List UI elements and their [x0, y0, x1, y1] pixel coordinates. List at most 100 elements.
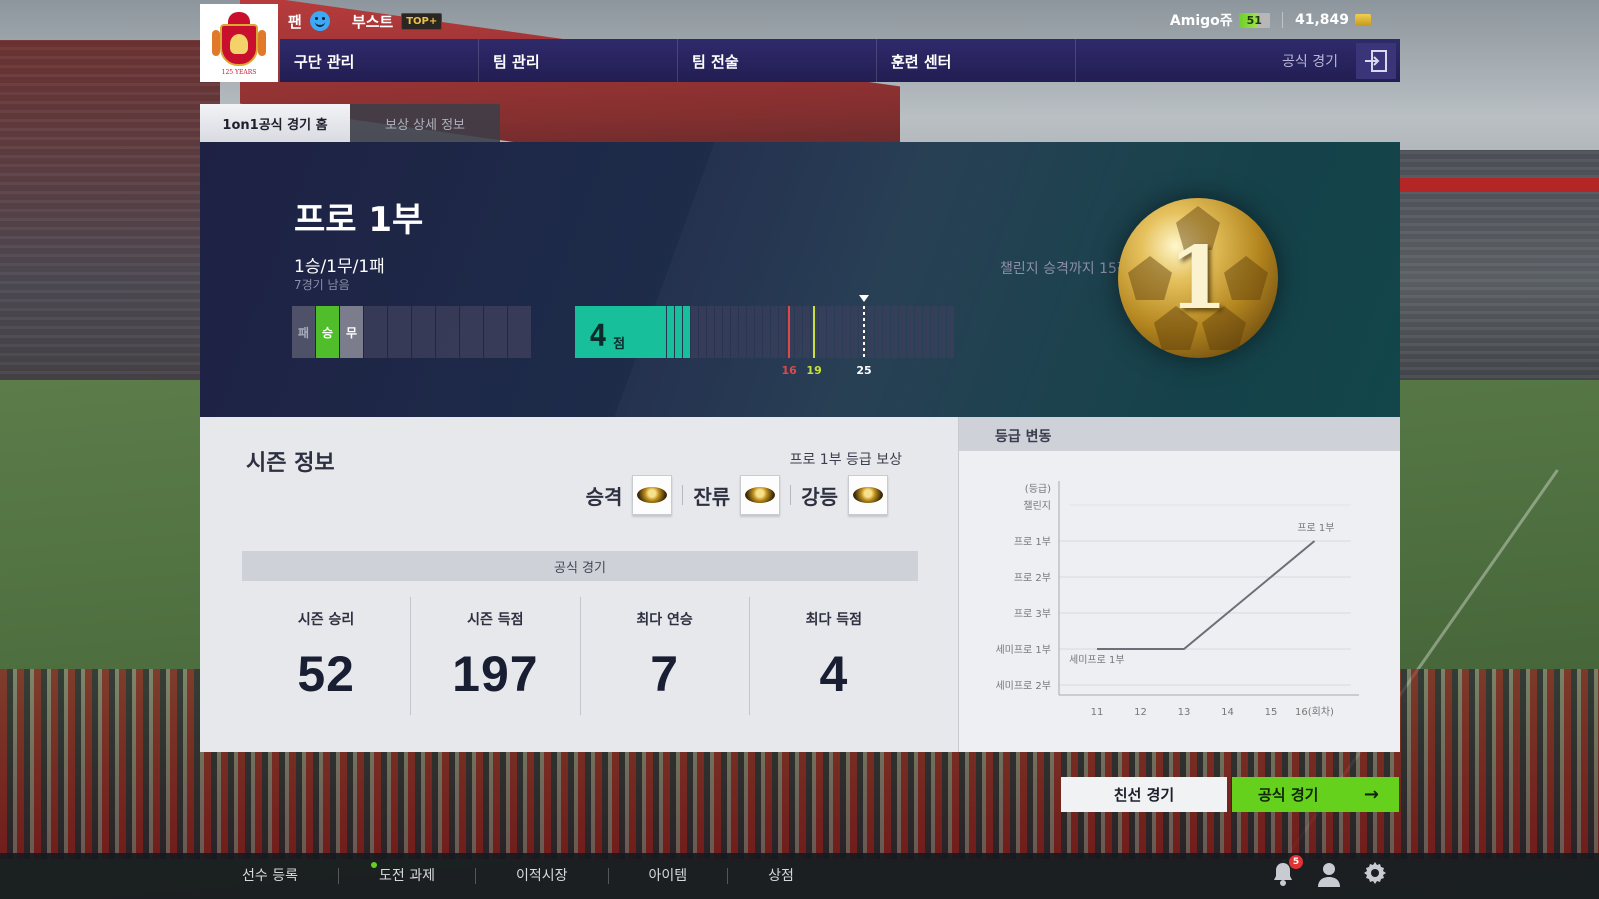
coin-icon	[1355, 14, 1371, 26]
points-segment	[747, 306, 754, 358]
y-axis-title: (등급)	[1025, 483, 1051, 495]
points-segment	[675, 306, 682, 358]
gear-icon[interactable]	[1363, 861, 1387, 887]
threshold-marker	[788, 306, 791, 358]
nav-team-management[interactable]: 팀 관리	[479, 39, 678, 82]
x-tick-label: 11	[1091, 707, 1104, 718]
stat-season-wins: 시즌 승리 52	[242, 597, 412, 715]
x-tick-label: 14	[1221, 707, 1234, 718]
current-page-label: 공식 경기	[1282, 53, 1338, 70]
tab-reward-details[interactable]: 보상 상세 정보	[350, 104, 500, 142]
smile-icon[interactable]	[309, 11, 330, 31]
stats-section-label: 공식 경기	[242, 551, 918, 581]
points-segment	[683, 306, 690, 358]
y-tick-label: 프로 1부	[1014, 537, 1051, 548]
friendly-match-button[interactable]: 친선 경기	[1061, 777, 1227, 812]
points-segment	[795, 306, 802, 358]
points-segment	[835, 306, 842, 358]
reward-relegation[interactable]: 강등	[791, 475, 898, 515]
stat-label: 최다 득점	[805, 612, 863, 628]
exit-icon[interactable]	[1356, 42, 1396, 79]
x-tick-label: 12	[1134, 707, 1147, 718]
nav-team-tactics[interactable]: 팀 전술	[678, 39, 877, 82]
target-triangle-icon	[859, 295, 869, 302]
tab-home[interactable]: 1on1공식 경기 홈	[200, 104, 350, 142]
currency-bar: Amigo쥬 51 41,849	[1170, 10, 1371, 30]
grade-annotation: 세미프로 1부	[1069, 654, 1125, 666]
points-value: 4	[589, 319, 608, 354]
official-match-button[interactable]: 공식 경기 →	[1232, 777, 1399, 812]
coin-count: 41,849	[1294, 12, 1349, 28]
result-cell	[364, 306, 387, 358]
threshold-label: 25	[856, 364, 872, 377]
x-tick-label: 13	[1178, 707, 1191, 718]
stat-label: 시즌 승리	[297, 612, 355, 628]
points-segment	[739, 306, 746, 358]
liverpool-crest-icon: 125 YEARS	[210, 10, 268, 76]
result-cell	[484, 306, 507, 358]
x-tick-label: 15	[1265, 707, 1278, 718]
points-segment	[763, 306, 770, 358]
fan-boost-bar: 팬 부스트 TOP+	[288, 10, 443, 32]
bottom-item-player-register[interactable]: 선수 등록	[226, 868, 339, 884]
bottom-item-items[interactable]: 아이템	[609, 868, 729, 884]
points-segment	[867, 306, 874, 358]
remaining-games: 7경기 남음	[294, 278, 350, 292]
notification-count: 5	[1289, 855, 1303, 869]
reward-label: 승격	[585, 484, 623, 509]
reward-label: 잔류	[693, 484, 731, 509]
boost-badge: TOP+	[401, 12, 443, 30]
official-match-label: 공식 경기	[1258, 786, 1319, 804]
grade-series-line	[1097, 540, 1316, 650]
reward-token-icon[interactable]	[848, 475, 888, 515]
stat-win-streak: 최다 연승 7	[581, 597, 750, 715]
threshold-marker	[813, 306, 816, 358]
points-unit: 점	[613, 337, 626, 352]
nav-club-management[interactable]: 구단 관리	[280, 39, 479, 82]
points-segment	[819, 306, 826, 358]
main-nav: 구단 관리 팀 관리 팀 전술 훈련 센터 공식 경기	[280, 39, 1400, 82]
result-cell: 무	[340, 306, 363, 358]
nav-training-center[interactable]: 훈련 센터	[877, 39, 1076, 82]
grade-line-chart: (등급) 챌린지프로 1부프로 2부프로 3부세미프로 1부세미프로 2부 11 12…	[995, 481, 1359, 718]
reward-list: 승격 잔류 강등	[576, 475, 898, 515]
reward-token-icon[interactable]	[632, 475, 673, 515]
reward-label: 강등	[801, 484, 838, 509]
result-cell	[388, 306, 411, 358]
reward-stay[interactable]: 잔류	[683, 475, 790, 515]
arrow-right-icon: →	[1363, 784, 1379, 805]
bottom-item-transfer-market[interactable]: 이적시장	[476, 868, 609, 884]
club-crest[interactable]: 125 YEARS	[200, 4, 278, 82]
stat-value: 52	[297, 646, 355, 702]
user-icon[interactable]	[1317, 861, 1341, 887]
points-segment	[875, 306, 882, 358]
points-segment	[779, 306, 786, 358]
points-segment	[939, 306, 946, 358]
bottom-item-challenges[interactable]: 도전 과제	[339, 862, 476, 884]
stat-season-goals: 시즌 득점 197	[411, 597, 581, 715]
new-dot-icon	[370, 862, 377, 868]
level-badge: 51	[1238, 12, 1270, 28]
result-cell	[508, 306, 531, 358]
y-tick-label: 프로 3부	[1014, 609, 1051, 620]
points-segment	[715, 306, 722, 358]
grade-change-panel: 등급 변동 (등급) 챌린지 프로 1부 프로 2부 프로 3부 세미프로 1부 세미프로 …	[958, 417, 1400, 752]
y-tick-label: 프로 2부	[1014, 573, 1051, 584]
bell-icon[interactable]: 5	[1271, 855, 1303, 887]
reward-promotion[interactable]: 승격	[576, 475, 683, 515]
bottom-item-shop[interactable]: 상점	[728, 868, 834, 884]
reward-token-icon[interactable]	[740, 475, 781, 515]
points-segment	[667, 306, 674, 358]
points-segment	[883, 306, 890, 358]
match-results: 패승무	[292, 306, 531, 358]
result-cell: 승	[316, 306, 339, 358]
stat-value: 4	[819, 646, 849, 702]
stat-label: 최다 연승	[636, 612, 693, 628]
reward-title: 프로 1부 등급 보상	[789, 452, 902, 468]
division-panel: 프로 1부 1승/1무/1패 7경기 남음 챌린지 승격까지 15점 남음 패승…	[200, 142, 1400, 417]
points-segment	[899, 306, 906, 358]
crest-text: 125 YEARS	[221, 69, 257, 76]
points-segment	[699, 306, 706, 358]
points-segment	[731, 306, 738, 358]
boost-label[interactable]: 부스트	[352, 11, 393, 32]
